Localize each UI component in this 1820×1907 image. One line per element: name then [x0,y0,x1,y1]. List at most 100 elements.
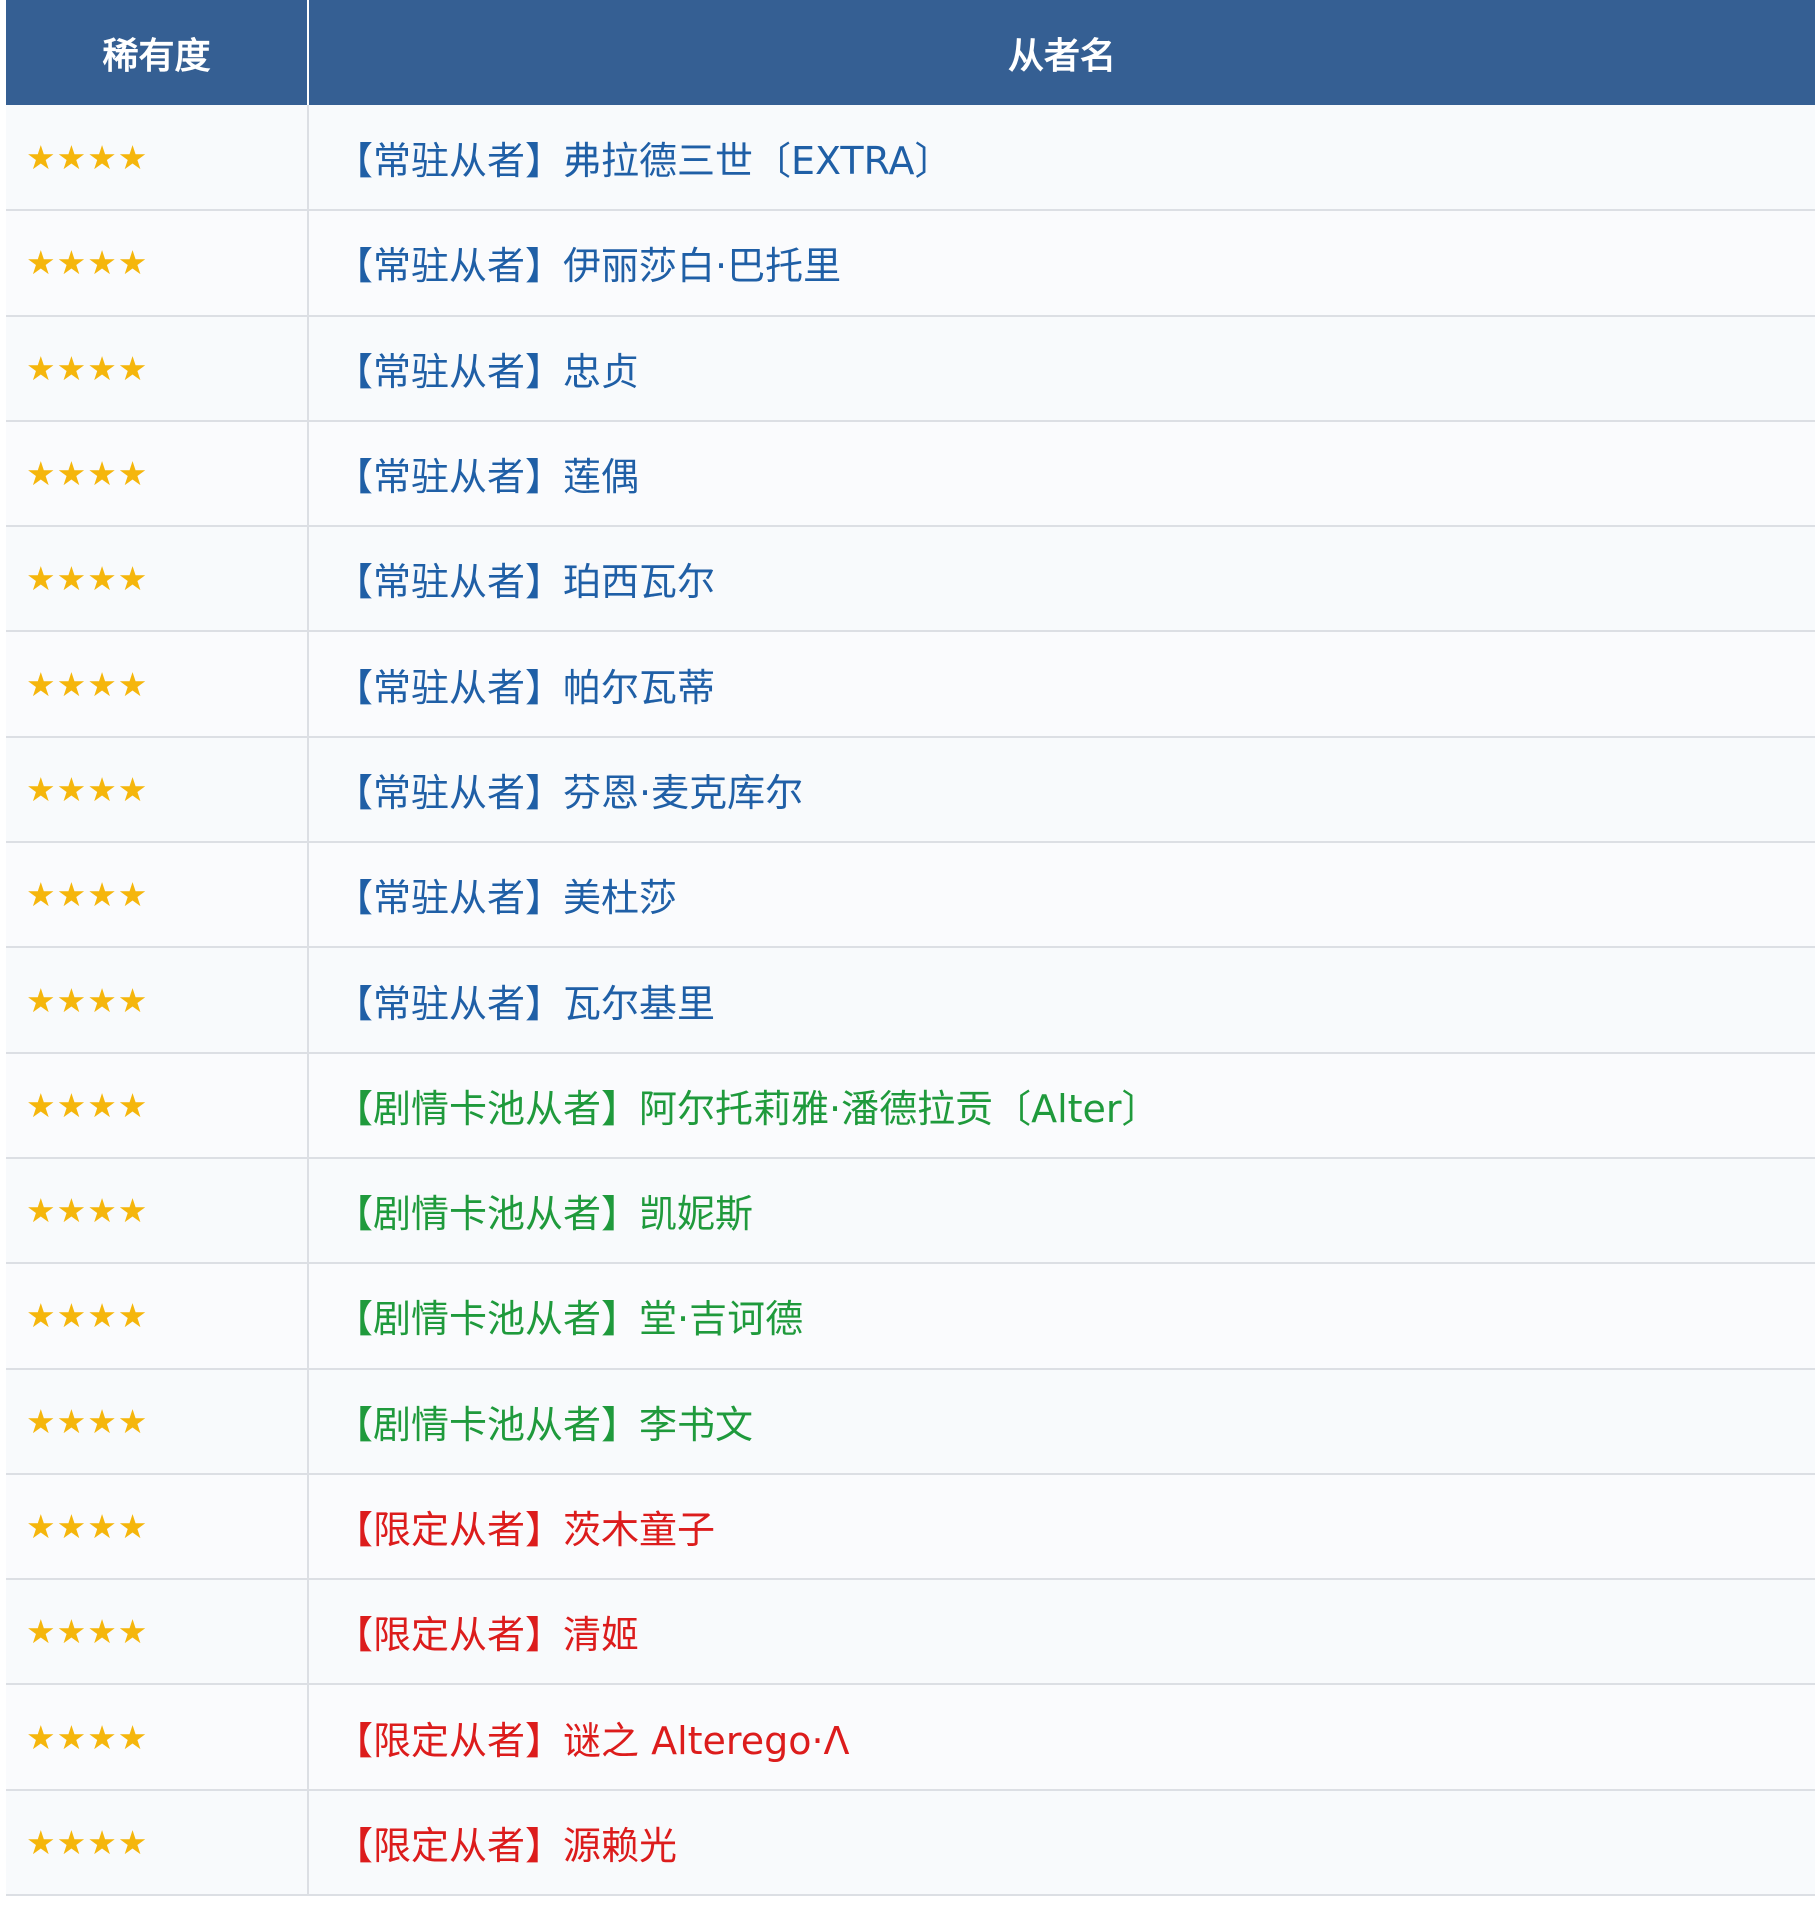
table-row: ★ ★ ★ ★ 【剧情卡池从者】阿尔托莉雅·潘德拉贡〔Alter〕 [6,1052,1815,1159]
star-icon: ★ [56,980,87,1020]
star-rating: ★ ★ ★ ★ [26,352,147,385]
servant-name: 【限定从者】源赖光 [335,1823,678,1868]
star-rating: ★ ★ ★ ★ [26,1089,147,1122]
star-icon: ★ [87,559,117,599]
star-rating: ★ ★ ★ ★ [26,1510,147,1543]
star-icon: ★ [117,769,148,809]
servant-name-cell: 【限定从者】谜之 Alterego·Λ [308,1684,1815,1791]
rarity-column-header: 稀有度 [6,0,309,105]
table-row: ★ ★ ★ ★ 【常驻从者】瓦尔基里 [6,947,1815,1054]
table-header: 稀有度 从者名 [6,0,1815,105]
star-icon: ★ [56,1401,87,1441]
servant-name: 【常驻从者】珀西瓦尔 [335,560,716,605]
servant-name: 【常驻从者】美杜莎 [335,876,678,921]
star-icon: ★ [87,348,117,388]
table-row: ★ ★ ★ ★ 【常驻从者】帕尔瓦蒂 [6,631,1815,738]
servant-name-cell: 【常驻从者】珀西瓦尔 [308,526,1815,633]
rarity-cell: ★ ★ ★ ★ [6,526,309,633]
star-icon: ★ [87,1507,117,1546]
table-body: ★ ★ ★ ★ 【常驻从者】弗拉德三世〔EXTRA〕 ★ ★ ★ ★ 【常驻从者】伊丽莎白·巴托里… [6,105,1815,1897]
servant-name-cell: 【常驻从者】莲偶 [308,420,1815,528]
star-icon: ★ [56,348,87,388]
star-icon: ★ [117,980,148,1020]
servant-name-cell: 【剧情卡池从者】李书文 [308,1368,1815,1475]
star-icon: ★ [56,1191,87,1231]
star-rating: ★ ★ ★ ★ [26,1194,147,1227]
servant-name: 【常驻从者】忠贞 [335,349,640,394]
star-icon: ★ [117,1717,148,1757]
star-icon: ★ [26,1717,56,1757]
table-row: ★ ★ ★ ★ 【常驻从者】莲偶 [6,420,1815,528]
rarity-cell: ★ ★ ★ ★ [6,1473,309,1581]
servant-name: 【剧情卡池从者】堂·吉诃德 [335,1297,804,1342]
rarity-cell: ★ ★ ★ ★ [6,1052,309,1159]
star-icon: ★ [117,1085,148,1125]
servant-name: 【常驻从者】莲偶 [335,455,640,500]
rarity-cell: ★ ★ ★ ★ [6,1157,309,1265]
servant-name: 【剧情卡池从者】阿尔托莉雅·潘德拉贡〔Alter〕 [335,1086,1160,1131]
star-icon: ★ [56,1717,87,1757]
servant-name-column-header: 从者名 [308,0,1815,105]
servant-name-cell: 【限定从者】清姬 [308,1579,1815,1686]
rarity-cell: ★ ★ ★ ★ [6,315,309,422]
star-icon: ★ [87,243,117,283]
servant-name-cell: 【常驻从者】弗拉德三世〔EXTRA〕 [308,105,1815,212]
star-icon: ★ [87,1822,117,1862]
star-icon: ★ [117,1191,148,1231]
star-icon: ★ [87,769,117,809]
servant-name: 【剧情卡池从者】李书文 [335,1402,754,1447]
star-rating: ★ ★ ★ ★ [26,1615,147,1648]
star-icon: ★ [26,454,56,494]
rarity-cell: ★ ★ ★ ★ [6,842,309,949]
servant-name: 【常驻从者】瓦尔基里 [335,981,716,1026]
star-icon: ★ [56,769,87,809]
star-rating: ★ ★ ★ ★ [26,246,147,279]
star-icon: ★ [87,1191,117,1231]
servant-name-cell: 【常驻从者】瓦尔基里 [308,947,1815,1054]
star-icon: ★ [56,137,87,177]
star-icon: ★ [56,1507,87,1546]
table-row: ★ ★ ★ ★ 【常驻从者】弗拉德三世〔EXTRA〕 [6,105,1815,212]
star-icon: ★ [117,1401,148,1441]
table-row: ★ ★ ★ ★ 【常驻从者】忠贞 [6,315,1815,422]
star-icon: ★ [56,559,87,599]
star-icon: ★ [87,1401,117,1441]
table-row: ★ ★ ★ ★ 【限定从者】谜之 Alterego·Λ [6,1684,1815,1791]
table-row: ★ ★ ★ ★ 【常驻从者】美杜莎 [6,842,1815,949]
star-icon: ★ [117,454,148,494]
star-icon: ★ [56,243,87,283]
star-rating: ★ ★ ★ ★ [26,1405,147,1438]
star-icon: ★ [26,1085,56,1125]
servant-name-cell: 【常驻从者】美杜莎 [308,842,1815,949]
star-icon: ★ [117,1822,148,1862]
table-row: ★ ★ ★ ★ 【剧情卡池从者】堂·吉诃德 [6,1263,1815,1370]
servant-name: 【常驻从者】伊丽莎白·巴托里 [335,244,842,289]
star-icon: ★ [117,559,148,599]
star-icon: ★ [87,454,117,494]
star-icon: ★ [56,875,87,915]
star-icon: ★ [117,875,148,915]
star-icon: ★ [87,1296,117,1336]
star-icon: ★ [56,454,87,494]
star-icon: ★ [117,1612,148,1652]
rarity-cell: ★ ★ ★ ★ [6,1579,309,1686]
servant-name: 【限定从者】谜之 Alterego·Λ [335,1718,850,1763]
star-icon: ★ [87,664,117,704]
star-icon: ★ [56,1296,87,1336]
star-icon: ★ [26,1296,56,1336]
servant-name: 【常驻从者】芬恩·麦克库尔 [335,770,804,815]
rarity-cell: ★ ★ ★ ★ [6,631,309,738]
rarity-cell: ★ ★ ★ ★ [6,947,309,1054]
star-icon: ★ [26,1612,56,1652]
star-icon: ★ [87,1612,117,1652]
star-rating: ★ ★ ★ ★ [26,141,147,174]
servant-name: 【常驻从者】弗拉德三世〔EXTRA〕 [335,138,953,183]
rarity-cell: ★ ★ ★ ★ [6,420,309,528]
star-icon: ★ [26,559,56,599]
star-rating: ★ ★ ★ ★ [26,878,147,911]
servant-name-cell: 【限定从者】源赖光 [308,1789,1815,1897]
star-rating: ★ ★ ★ ★ [26,1721,147,1754]
star-icon: ★ [26,980,56,1020]
star-rating: ★ ★ ★ ★ [26,1299,147,1332]
rarity-cell: ★ ★ ★ ★ [6,210,309,317]
